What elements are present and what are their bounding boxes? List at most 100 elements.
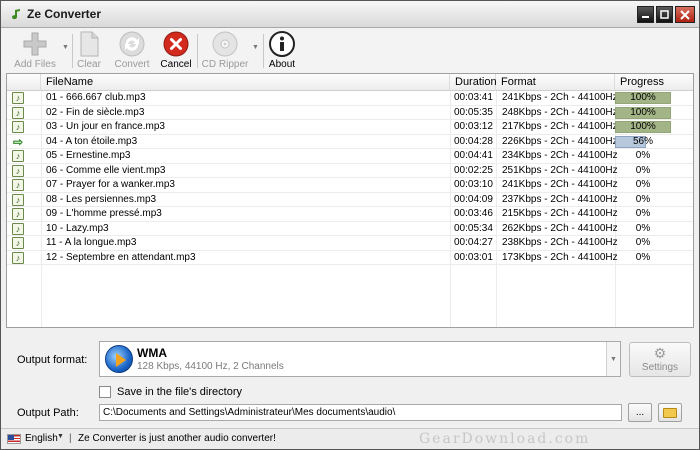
language-selector[interactable]: English: [25, 433, 58, 444]
about-button[interactable]: About: [267, 30, 297, 72]
progress-cell: 0%: [615, 193, 691, 207]
minimize-button[interactable]: [637, 6, 654, 23]
output-path-field[interactable]: C:\Documents and Settings\Administrateur…: [99, 404, 622, 421]
audio-file-icon: ♪: [12, 150, 24, 162]
file-duration: 00:04:27: [454, 237, 493, 248]
column-header-progress[interactable]: Progress: [615, 74, 693, 91]
window-title: Ze Converter: [27, 7, 102, 21]
table-row[interactable]: ♪ 02 - Fin de siècle.mp3 00:05:35 248Kbps -…: [7, 106, 693, 120]
open-folder-button[interactable]: [658, 403, 682, 422]
file-duration: 00:05:34: [454, 222, 493, 234]
progress-text: 0%: [635, 193, 651, 205]
clear-button[interactable]: Clear: [75, 30, 103, 72]
audio-file-icon: ♪: [12, 251, 24, 264]
folder-icon: [663, 407, 677, 418]
chevron-down-icon[interactable]: ▼: [57, 433, 64, 440]
table-row[interactable]: ♪ 10 - Lazy.mp3 00:05:34 262Kbps - 2Ch - 44…: [7, 222, 693, 236]
close-icon: [680, 9, 690, 20]
column-header-format[interactable]: Format: [496, 74, 615, 91]
file-duration: 00:02:25: [454, 164, 493, 176]
file-name: 12 - Septembre en attendant.mp3: [46, 251, 196, 263]
save-in-directory-label[interactable]: Save in the file's directory: [117, 386, 242, 398]
column-header-duration[interactable]: Duration: [450, 74, 497, 91]
file-name: 01 - 666.667 club.mp3: [46, 92, 146, 103]
toolbar-separator: [263, 34, 264, 68]
cd-ripper-dropdown[interactable]: ▼: [252, 44, 260, 54]
progress-cell: 56%: [615, 135, 691, 149]
file-name: 04 - A ton étoile.mp3: [46, 135, 138, 147]
audio-file-icon: ♪: [12, 222, 24, 235]
table-row[interactable]: ♪ 03 - Un jour en france.mp3 00:03:12 217Kb…: [7, 120, 693, 135]
add-files-label: Add Files: [14, 59, 56, 70]
table-row[interactable]: ♪ 09 - L'homme pressé.mp3 00:03:46 215Kbps …: [7, 207, 693, 222]
file-list[interactable]: FileName Duration Format Progress ♪ 01 - …: [6, 73, 694, 328]
table-row[interactable]: ♪ 06 - Comme elle vient.mp3 00:02:25 251Kbp…: [7, 164, 693, 178]
cd-ripper-button[interactable]: CD Ripper: [202, 30, 248, 72]
file-duration: 00:03:10: [454, 179, 493, 190]
progress-cell: 100%: [615, 91, 691, 105]
arrow-right-icon: ⇨: [12, 135, 24, 148]
add-files-button[interactable]: Add Files: [13, 30, 57, 72]
progress-cell: 0%: [615, 236, 691, 250]
watermark: GearDownload.com: [419, 431, 591, 447]
file-duration: 00:05:35: [454, 106, 493, 118]
progress-text: 100%: [630, 106, 656, 118]
audio-file-icon: ♪: [12, 106, 24, 119]
progress-text: 56%: [632, 135, 653, 147]
output-format-select[interactable]: WMA 128 Kbps, 44100 Hz, 2 Channels ▼: [99, 341, 621, 377]
table-row[interactable]: ♪ 08 - Les persiennes.mp3 00:04:09 237Kbps …: [7, 193, 693, 207]
file-format: 234Kbps - 2Ch - 44100Hz: [502, 150, 618, 161]
column-header-filename[interactable]: FileName: [41, 74, 450, 91]
file-name: 06 - Comme elle vient.mp3: [46, 164, 166, 176]
file-name: 05 - Ernestine.mp3: [46, 150, 131, 161]
file-name: 08 - Les persiennes.mp3: [46, 193, 157, 205]
convert-button[interactable]: Convert: [112, 30, 152, 72]
file-format: 226Kbps - 2Ch - 44100Hz: [502, 135, 618, 147]
convert-label: Convert: [114, 59, 150, 70]
file-format: 238Kbps - 2Ch - 44100Hz: [502, 237, 618, 248]
column-header-icon[interactable]: [7, 74, 41, 91]
table-row[interactable]: ♪ 01 - 666.667 club.mp3 00:03:41 241Kbps - …: [7, 91, 693, 106]
progress-text: 0%: [635, 251, 651, 263]
music-note-icon: [12, 8, 20, 20]
table-row[interactable]: ⇨ 04 - A ton étoile.mp3 00:04:28 226Kbps - …: [7, 135, 693, 149]
file-duration: 00:03:01: [454, 251, 493, 263]
settings-button[interactable]: ⚙ Settings: [629, 342, 691, 377]
add-files-dropdown[interactable]: ▼: [62, 44, 70, 54]
file-name: 11 - A la longue.mp3: [46, 237, 137, 248]
status-bar: English ▼ | Ze Converter is just another…: [1, 428, 699, 449]
toolbar: Add Files ▼ Clear Convert Cancel CD Ripp…: [1, 28, 699, 73]
chevron-down-icon[interactable]: ▼: [606, 342, 620, 376]
file-format: 237Kbps - 2Ch - 44100Hz: [502, 193, 618, 205]
file-format: 215Kbps - 2Ch - 44100Hz: [502, 208, 618, 219]
audio-file-icon: ♪: [12, 92, 24, 104]
cancel-button[interactable]: Cancel: [158, 30, 194, 72]
table-row[interactable]: ♪ 12 - Septembre en attendant.mp3 00:03:01…: [7, 251, 693, 265]
file-format: 251Kbps - 2Ch - 44100Hz: [502, 164, 618, 176]
file-format: 217Kbps - 2Ch - 44100Hz: [502, 121, 618, 132]
file-duration: 00:03:41: [454, 92, 493, 103]
file-duration: 00:04:28: [454, 135, 493, 147]
status-message: Ze Converter is just another audio conve…: [78, 433, 276, 444]
settings-label: Settings: [641, 362, 679, 373]
document-icon: [80, 31, 99, 57]
file-format: 241Kbps - 2Ch - 44100Hz: [502, 179, 618, 190]
status-separator: |: [69, 433, 72, 444]
maximize-button[interactable]: [656, 6, 673, 23]
audio-file-icon: ♪: [12, 164, 24, 177]
browse-button[interactable]: ...: [628, 403, 652, 422]
table-row[interactable]: ♪ 07 - Prayer for a wanker.mp3 00:03:10 241…: [7, 178, 693, 193]
close-button[interactable]: [675, 6, 695, 23]
plus-icon: [23, 32, 47, 56]
table-row[interactable]: ♪ 11 - A la longue.mp3 00:04:27 238Kbps - 2…: [7, 236, 693, 251]
file-name: 03 - Un jour en france.mp3: [46, 121, 165, 132]
progress-text: 0%: [635, 164, 651, 176]
progress-text: 0%: [635, 208, 651, 219]
table-row[interactable]: ♪ 05 - Ernestine.mp3 00:04:41 234Kbps - 2Ch…: [7, 149, 693, 164]
save-in-directory-checkbox[interactable]: [99, 386, 111, 398]
audio-file-icon: ♪: [12, 193, 24, 206]
toolbar-separator: [72, 34, 73, 68]
file-format: 262Kbps - 2Ch - 44100Hz: [502, 222, 618, 234]
progress-text: 0%: [635, 150, 651, 161]
file-duration: 00:03:12: [454, 121, 493, 132]
